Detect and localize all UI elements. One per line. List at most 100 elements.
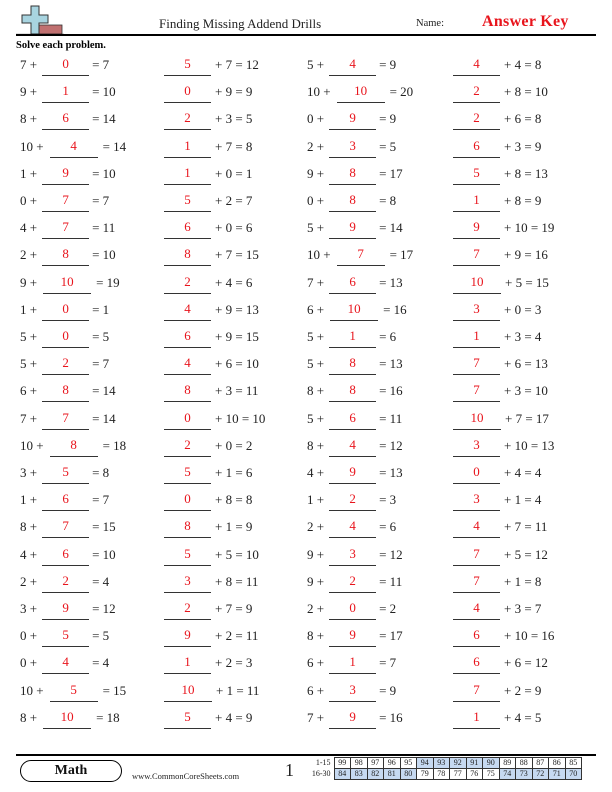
answer-blank[interactable]: 10 bbox=[453, 272, 501, 294]
answer-blank[interactable]: 5 bbox=[164, 190, 211, 212]
answer-blank[interactable]: 9 bbox=[42, 163, 90, 185]
answer-blank[interactable]: 4 bbox=[329, 516, 377, 539]
answer-blank[interactable]: 7 bbox=[453, 544, 500, 566]
answer-blank[interactable]: 4 bbox=[42, 652, 90, 675]
answer-blank[interactable]: 0 bbox=[42, 299, 90, 321]
answer-blank[interactable]: 6 bbox=[164, 326, 211, 348]
answer-blank[interactable]: 8 bbox=[42, 380, 90, 403]
answer-blank[interactable]: 6 bbox=[329, 408, 377, 430]
answer-blank[interactable]: 0 bbox=[42, 54, 90, 76]
answer-blank[interactable]: 9 bbox=[42, 598, 90, 620]
answer-blank[interactable]: 8 bbox=[329, 190, 377, 212]
answer-blank[interactable]: 2 bbox=[42, 353, 90, 376]
answer-blank[interactable]: 6 bbox=[42, 489, 90, 512]
answer-blank[interactable]: 7 bbox=[42, 217, 90, 240]
answer-blank[interactable]: 2 bbox=[164, 435, 211, 457]
answer-blank[interactable]: 4 bbox=[453, 54, 500, 76]
answer-blank[interactable]: 8 bbox=[329, 353, 377, 376]
answer-blank[interactable]: 9 bbox=[453, 217, 500, 240]
answer-blank[interactable]: 2 bbox=[453, 108, 500, 131]
answer-blank[interactable]: 6 bbox=[42, 544, 90, 566]
answer-blank[interactable]: 1 bbox=[164, 163, 211, 185]
answer-blank[interactable]: 5 bbox=[49, 680, 98, 702]
answer-blank[interactable]: 7 bbox=[336, 244, 385, 267]
answer-blank[interactable]: 10 bbox=[453, 408, 501, 430]
answer-blank[interactable]: 1 bbox=[42, 81, 90, 104]
answer-blank[interactable]: 5 bbox=[164, 707, 211, 729]
answer-blank[interactable]: 5 bbox=[42, 462, 90, 484]
answer-blank[interactable]: 0 bbox=[329, 598, 377, 620]
answer-blank[interactable]: 7 bbox=[42, 190, 90, 212]
answer-blank[interactable]: 6 bbox=[453, 136, 500, 158]
answer-blank[interactable]: 2 bbox=[164, 598, 211, 620]
answer-blank[interactable]: 1 bbox=[453, 190, 500, 212]
answer-blank[interactable]: 4 bbox=[453, 516, 500, 539]
answer-blank[interactable]: 0 bbox=[164, 408, 211, 430]
answer-blank[interactable]: 5 bbox=[164, 54, 211, 76]
answer-blank[interactable]: 4 bbox=[164, 299, 211, 321]
answer-blank[interactable]: 4 bbox=[164, 353, 211, 376]
answer-blank[interactable]: 2 bbox=[329, 571, 377, 593]
answer-blank[interactable]: 6 bbox=[453, 652, 500, 675]
answer-blank[interactable]: 1 bbox=[453, 707, 500, 729]
answer-blank[interactable]: 10 bbox=[43, 707, 92, 729]
answer-blank[interactable]: 10 bbox=[330, 299, 379, 321]
answer-blank[interactable]: 0 bbox=[164, 489, 211, 512]
answer-blank[interactable]: 2 bbox=[164, 108, 211, 131]
answer-blank[interactable]: 1 bbox=[164, 652, 211, 675]
answer-blank[interactable]: 4 bbox=[329, 54, 377, 76]
answer-blank[interactable]: 3 bbox=[329, 544, 377, 566]
answer-blank[interactable]: 10 bbox=[164, 680, 212, 702]
answer-blank[interactable]: 9 bbox=[329, 108, 377, 131]
answer-blank[interactable]: 1 bbox=[164, 136, 211, 158]
answer-blank[interactable]: 7 bbox=[42, 408, 90, 430]
answer-blank[interactable]: 5 bbox=[164, 544, 211, 566]
answer-blank[interactable]: 0 bbox=[453, 462, 500, 484]
answer-blank[interactable]: 5 bbox=[42, 625, 90, 648]
answer-blank[interactable]: 0 bbox=[42, 326, 90, 348]
answer-blank[interactable]: 3 bbox=[453, 435, 500, 457]
answer-blank[interactable]: 7 bbox=[453, 353, 500, 376]
answer-blank[interactable]: 8 bbox=[329, 380, 377, 403]
answer-blank[interactable]: 7 bbox=[42, 516, 90, 539]
answer-blank[interactable]: 1 bbox=[453, 326, 500, 348]
answer-blank[interactable]: 8 bbox=[164, 380, 211, 403]
answer-blank[interactable]: 3 bbox=[164, 571, 211, 593]
answer-blank[interactable]: 3 bbox=[453, 299, 500, 321]
answer-blank[interactable]: 1 bbox=[329, 326, 377, 348]
answer-blank[interactable]: 5 bbox=[164, 462, 211, 484]
answer-blank[interactable]: 10 bbox=[43, 272, 92, 294]
answer-blank[interactable]: 2 bbox=[329, 489, 377, 512]
answer-blank[interactable]: 8 bbox=[49, 435, 98, 457]
answer-blank[interactable]: 6 bbox=[164, 217, 211, 240]
answer-blank[interactable]: 4 bbox=[49, 136, 98, 158]
answer-blank[interactable]: 9 bbox=[329, 462, 377, 484]
answer-blank[interactable]: 2 bbox=[164, 272, 211, 294]
answer-blank[interactable]: 0 bbox=[164, 81, 211, 104]
answer-blank[interactable]: 8 bbox=[164, 516, 211, 539]
answer-blank[interactable]: 9 bbox=[164, 625, 211, 648]
answer-blank[interactable]: 6 bbox=[329, 272, 377, 294]
answer-blank[interactable]: 6 bbox=[453, 625, 500, 648]
answer-blank[interactable]: 8 bbox=[164, 244, 211, 267]
answer-blank[interactable]: 4 bbox=[329, 435, 377, 457]
answer-blank[interactable]: 9 bbox=[329, 625, 377, 648]
answer-blank[interactable]: 2 bbox=[453, 81, 500, 104]
answer-blank[interactable]: 7 bbox=[453, 571, 500, 593]
answer-blank[interactable]: 7 bbox=[453, 680, 500, 702]
answer-blank[interactable]: 8 bbox=[329, 163, 377, 185]
answer-blank[interactable]: 5 bbox=[453, 163, 500, 185]
answer-blank[interactable]: 3 bbox=[329, 136, 377, 158]
answer-blank[interactable]: 9 bbox=[329, 707, 377, 729]
answer-blank[interactable]: 3 bbox=[453, 489, 500, 512]
answer-blank[interactable]: 10 bbox=[336, 81, 385, 104]
answer-blank[interactable]: 1 bbox=[329, 652, 377, 675]
answer-blank[interactable]: 9 bbox=[329, 217, 377, 240]
answer-blank[interactable]: 2 bbox=[42, 571, 90, 593]
answer-blank[interactable]: 3 bbox=[329, 680, 377, 702]
answer-blank[interactable]: 8 bbox=[42, 244, 90, 267]
answer-blank[interactable]: 7 bbox=[453, 244, 500, 267]
answer-blank[interactable]: 7 bbox=[453, 380, 500, 403]
website-link[interactable]: www.CommonCoreSheets.com bbox=[132, 771, 239, 781]
answer-blank[interactable]: 4 bbox=[453, 598, 500, 620]
